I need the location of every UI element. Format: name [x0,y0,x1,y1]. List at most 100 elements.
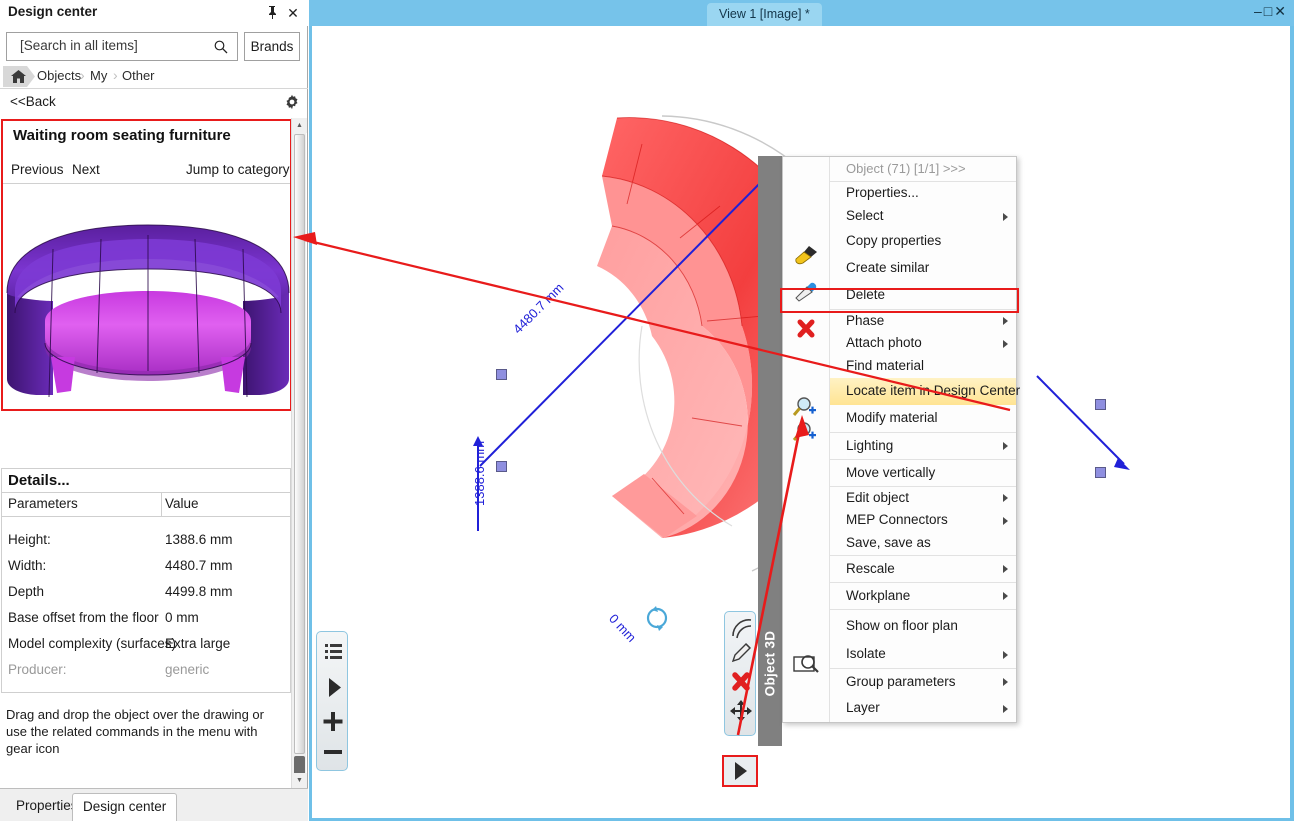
tab-view-1[interactable]: View 1 [Image] * [707,3,822,26]
menu-item-label: MEP Connectors [846,512,948,527]
jump-to-category-link[interactable]: Jump to category [186,162,290,177]
table-row: Height: 1388.6 mm [2,530,290,554]
item-thumbnail[interactable] [5,221,290,401]
menu-item-properties[interactable]: Properties... [830,182,1016,205]
page-title: Design center [8,4,98,19]
drawing-canvas[interactable]: 4480.7 mm 1388.6 mm 0 mm Object 3D Objec… [312,26,1290,818]
search-icon[interactable] [213,39,229,55]
back-link[interactable]: <<Back [10,94,56,109]
design-center-panel: Design center ✕ [Search in all items] Br… [0,0,308,821]
table-row: Base offset from the floor 0 mm [2,608,290,632]
plus-icon[interactable] [317,704,349,739]
breadcrumb-item-objects[interactable]: Objects [37,68,81,83]
selection-handle[interactable] [1095,467,1106,478]
home-icon [10,69,27,87]
pencil-icon[interactable] [725,638,757,669]
menu-item-group-parameters[interactable]: Group parameters [830,668,1016,695]
menu-item-move-vertically[interactable]: Move vertically [830,459,1016,486]
row-value: 4480.7 mm [165,558,233,573]
tab-design-center[interactable]: Design center [72,793,178,821]
menu-item-label: Lighting [846,438,894,453]
scroll-up-icon[interactable]: ▲ [292,118,307,133]
menu-item-label: Locate item in Design Center [846,383,1021,398]
close-icon[interactable]: ✕ [1274,3,1288,19]
menu-item-isolate[interactable]: Isolate [830,641,1016,668]
menu-item-select[interactable]: Select [830,205,1016,228]
menu-item-workplane[interactable]: Workplane [830,582,1016,609]
menu-item-lighting[interactable]: Lighting [830,432,1016,459]
menu-item-show-on-floor-plan[interactable]: Show on floor plan [830,609,1016,641]
menu-item-find-material[interactable]: Find material [830,355,1016,378]
menu-item-label: Show on floor plan [846,618,958,633]
breadcrumb-item-other[interactable]: Other [122,68,155,83]
menu-item-label: Create similar [846,260,930,275]
previous-link[interactable]: Previous [11,162,64,177]
context-menu-icon-column [783,157,830,722]
menu-item-edit-object[interactable]: Edit object [830,486,1016,509]
row-key: Height: [8,532,51,547]
pin-icon[interactable] [264,5,280,21]
column-divider [161,493,162,517]
play-triangle-icon[interactable] [317,670,349,705]
column-header-parameters: Parameters [8,496,78,511]
scrollbar-thumb[interactable] [294,134,305,754]
details-heading[interactable]: Details... [2,469,290,493]
list-icon[interactable] [317,634,349,669]
delete-x-icon[interactable] [725,666,757,697]
chevron-right-icon [1003,212,1008,221]
close-icon[interactable]: ✕ [285,5,301,21]
object-3d-strip[interactable]: Object 3D [758,156,782,746]
menu-item-mep-connectors[interactable]: MEP Connectors [830,509,1016,532]
gear-icon[interactable] [284,94,300,110]
menu-item-label: Select [846,208,884,223]
menu-item-phase[interactable]: Phase [830,309,1016,332]
cad-view-window: View 1 [Image] * –□✕ 4480.7 mm 1388.6 mm… [309,0,1294,821]
selection-handle[interactable] [496,369,507,380]
back-row: <<Back [0,90,308,116]
table-row: Producer: generic [2,660,290,684]
menu-item-label: Isolate [846,646,886,661]
chevron-right-icon [1003,592,1008,600]
menu-item-create-similar[interactable]: Create similar [830,255,1016,282]
brands-button[interactable]: Brands [244,32,300,61]
menu-item-label: Modify material [846,410,938,425]
menu-item-attach-photo[interactable]: Attach photo [830,332,1016,355]
menu-item-copy-properties[interactable]: Copy properties [830,228,1016,255]
window-controls[interactable]: –□✕ [1254,3,1288,20]
minus-icon[interactable] [317,736,349,771]
scroll-down-icon[interactable]: ▼ [292,773,307,788]
maximize-icon[interactable]: □ [1264,3,1274,19]
panel-scrollbar[interactable]: ▲ ▼ [291,118,307,821]
row-key: Base offset from the floor [8,610,159,625]
menu-item-save-save-as[interactable]: Save, save as [830,532,1016,555]
drag-drop-hint: Drag and drop the object over the drawin… [6,707,264,756]
next-link[interactable]: Next [72,162,100,177]
row-key: Width: [8,558,47,573]
move-icon[interactable] [725,696,757,727]
menu-item-layer[interactable]: Layer [830,695,1016,722]
selection-handle[interactable] [1095,399,1106,410]
table-row: Width: 4480.7 mm [2,556,290,580]
menu-item-locate-item-in-design-center[interactable]: Locate item in Design Center [830,378,1020,405]
menu-item-modify-material[interactable]: Modify material [830,405,1016,432]
breadcrumb: Objects › My › Other [0,65,308,89]
search-input[interactable]: [Search in all items] [6,32,238,61]
breadcrumb-home[interactable] [3,66,35,87]
item-card[interactable]: Waiting room seating furniture Previous … [1,119,292,411]
menu-item-label: Workplane [846,588,911,603]
minimize-icon[interactable]: – [1254,3,1264,19]
menu-item-label: Group parameters [846,674,956,689]
row-key: Producer: [8,662,67,677]
object-toolbar-expand-button[interactable] [722,755,758,787]
brush-icon [791,243,821,267]
menu-item-delete[interactable]: Delete [830,282,1016,309]
details-table: Details... Parameters Value Height: 1388… [1,468,291,693]
breadcrumb-item-my[interactable]: My [90,68,107,83]
item-nav-row: Previous Next Jump to category [3,160,290,184]
menu-item-label: Copy properties [846,233,942,248]
menu-item-rescale[interactable]: Rescale [830,555,1016,582]
selection-handle[interactable] [496,461,507,472]
context-menu[interactable]: Object (71) [1/1] >>> Properties... Sele… [782,156,1020,723]
chevron-right-icon [1003,317,1008,325]
menu-item-label: Edit object [846,490,910,505]
